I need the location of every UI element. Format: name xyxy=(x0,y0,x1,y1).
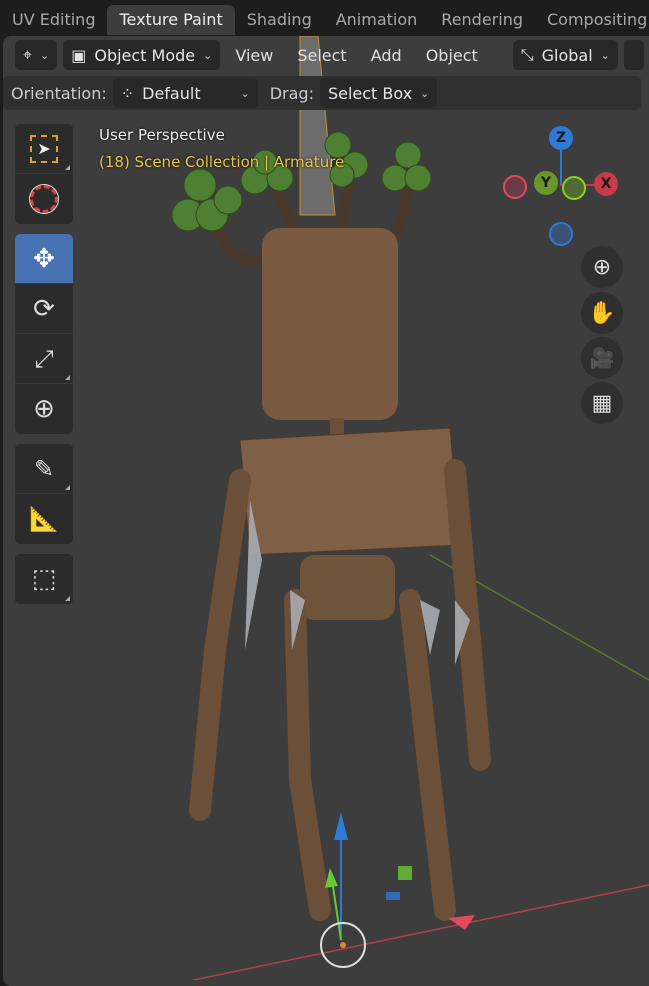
rotate-icon: ⟳ xyxy=(33,293,55,324)
camera-icon: 🎥 xyxy=(589,346,615,370)
orientation-dropdown[interactable]: ⁘ Default ⌄ xyxy=(112,78,258,108)
orientation-value: Default xyxy=(142,83,201,103)
menu-object[interactable]: Object xyxy=(417,46,487,65)
annotate-tool[interactable]: ✎ xyxy=(15,444,73,494)
gizmo-z[interactable]: Z xyxy=(549,126,573,150)
gizmo-y-arrow xyxy=(325,868,338,888)
tab-rendering[interactable]: Rendering xyxy=(429,5,535,35)
orientation-label: Orientation: xyxy=(11,83,107,103)
chevron-down-icon: ⌄ xyxy=(240,86,250,100)
pivot-dropdown[interactable] xyxy=(623,40,644,70)
move-icon: ✥ xyxy=(33,243,55,274)
rotate-tool[interactable]: ⟳ xyxy=(15,284,73,334)
select-box-icon: ➤ xyxy=(30,134,58,163)
measure-ruler-icon: 📐 xyxy=(29,505,59,533)
ortho-toggle-button[interactable]: ▦ xyxy=(581,382,623,424)
gizmo-neg-x[interactable] xyxy=(503,175,527,199)
scale-tool[interactable]: ⤢ xyxy=(15,334,73,384)
toolbar: ➤ ✥ ⟳ ⤢ ⊕ ✎ 📐 ⬚ xyxy=(15,124,73,614)
orientation-label: Global xyxy=(541,45,593,65)
cursor-tool[interactable] xyxy=(15,174,73,224)
scale-icon: ⤢ xyxy=(34,344,54,373)
orientation-axes-icon: ⤡ xyxy=(520,45,534,64)
select-box-tool[interactable]: ➤ xyxy=(15,124,73,174)
zoom-icon: ⊕ xyxy=(592,254,612,280)
grid-ortho-icon: ▦ xyxy=(591,390,613,416)
collection-info: (18) Scene Collection | Armature xyxy=(99,153,345,171)
drag-label: Drag: xyxy=(269,83,314,103)
pelvis xyxy=(300,555,395,620)
view-name: User Perspective xyxy=(99,126,225,144)
tab-shading[interactable]: Shading xyxy=(235,5,324,35)
transform-tool[interactable]: ⊕ xyxy=(15,384,73,434)
add-cube-tool[interactable]: ⬚ xyxy=(15,554,73,604)
transform-orientation-dropdown[interactable]: ⤡ Global ⌄ xyxy=(512,40,618,70)
pan-button[interactable]: ✋ xyxy=(581,292,623,334)
viewport-header: ⌖ ⌄ ▣ Object Mode ⌄ View Select Add Object … xyxy=(15,40,644,70)
object-mode-icon: ▣ xyxy=(71,45,87,65)
chevron-down-icon: ⌄ xyxy=(40,48,50,62)
camera-view-button[interactable]: 🎥 xyxy=(581,337,623,379)
hand-pan-icon: ✋ xyxy=(588,300,616,326)
menu-add[interactable]: Add xyxy=(362,46,411,65)
mode-dropdown[interactable]: ▣ Object Mode ⌄ xyxy=(63,40,221,70)
gizmo-y[interactable]: Y xyxy=(534,171,558,195)
drag-dropdown[interactable]: Select Box ⌄ xyxy=(319,78,438,108)
3d-viewport-icon: ⌖ xyxy=(23,45,33,64)
tab-animation[interactable]: Animation xyxy=(324,5,430,35)
add-cube-icon: ⬚ xyxy=(31,564,57,594)
chevron-down-icon: ⌄ xyxy=(420,86,430,100)
zoom-button[interactable]: ⊕ xyxy=(581,246,623,288)
orientation-icon: ⁘ xyxy=(120,83,135,103)
chevron-down-icon: ⌄ xyxy=(203,48,213,62)
header-spacer xyxy=(443,78,633,108)
tab-texture-paint[interactable]: Texture Paint xyxy=(107,5,235,35)
workspace-tabs: UV Editing Texture Paint Shading Animati… xyxy=(0,0,649,36)
cursor-icon xyxy=(29,184,59,214)
chevron-down-icon: ⌄ xyxy=(600,48,610,62)
move-tool[interactable]: ✥ xyxy=(15,234,73,284)
gizmo-neg-z[interactable] xyxy=(549,222,573,246)
menu-view[interactable]: View xyxy=(226,46,282,65)
tab-compositing[interactable]: Compositing xyxy=(535,5,649,35)
torso xyxy=(239,427,461,556)
tool-settings-bar: Orientation: ⁘ Default ⌄ Drag: Select Box ⌄ xyxy=(3,76,642,110)
measure-tool[interactable]: 📐 xyxy=(15,494,73,544)
mode-label: Object Mode xyxy=(94,45,196,65)
x-axis-line xyxy=(190,884,649,980)
menu-select[interactable]: Select xyxy=(288,46,355,65)
editor-type-button[interactable]: ⌖ ⌄ xyxy=(15,40,58,70)
annotate-pencil-icon: ✎ xyxy=(33,454,55,483)
gizmo-x[interactable]: X xyxy=(594,172,618,196)
tab-uv-editing[interactable]: UV Editing xyxy=(0,5,107,35)
gizmo-z-arrow xyxy=(334,812,348,840)
drag-value: Select Box xyxy=(327,83,413,103)
head xyxy=(262,228,398,420)
transform-icon: ⊕ xyxy=(33,394,55,424)
gizmo-neg-y[interactable] xyxy=(562,176,586,200)
